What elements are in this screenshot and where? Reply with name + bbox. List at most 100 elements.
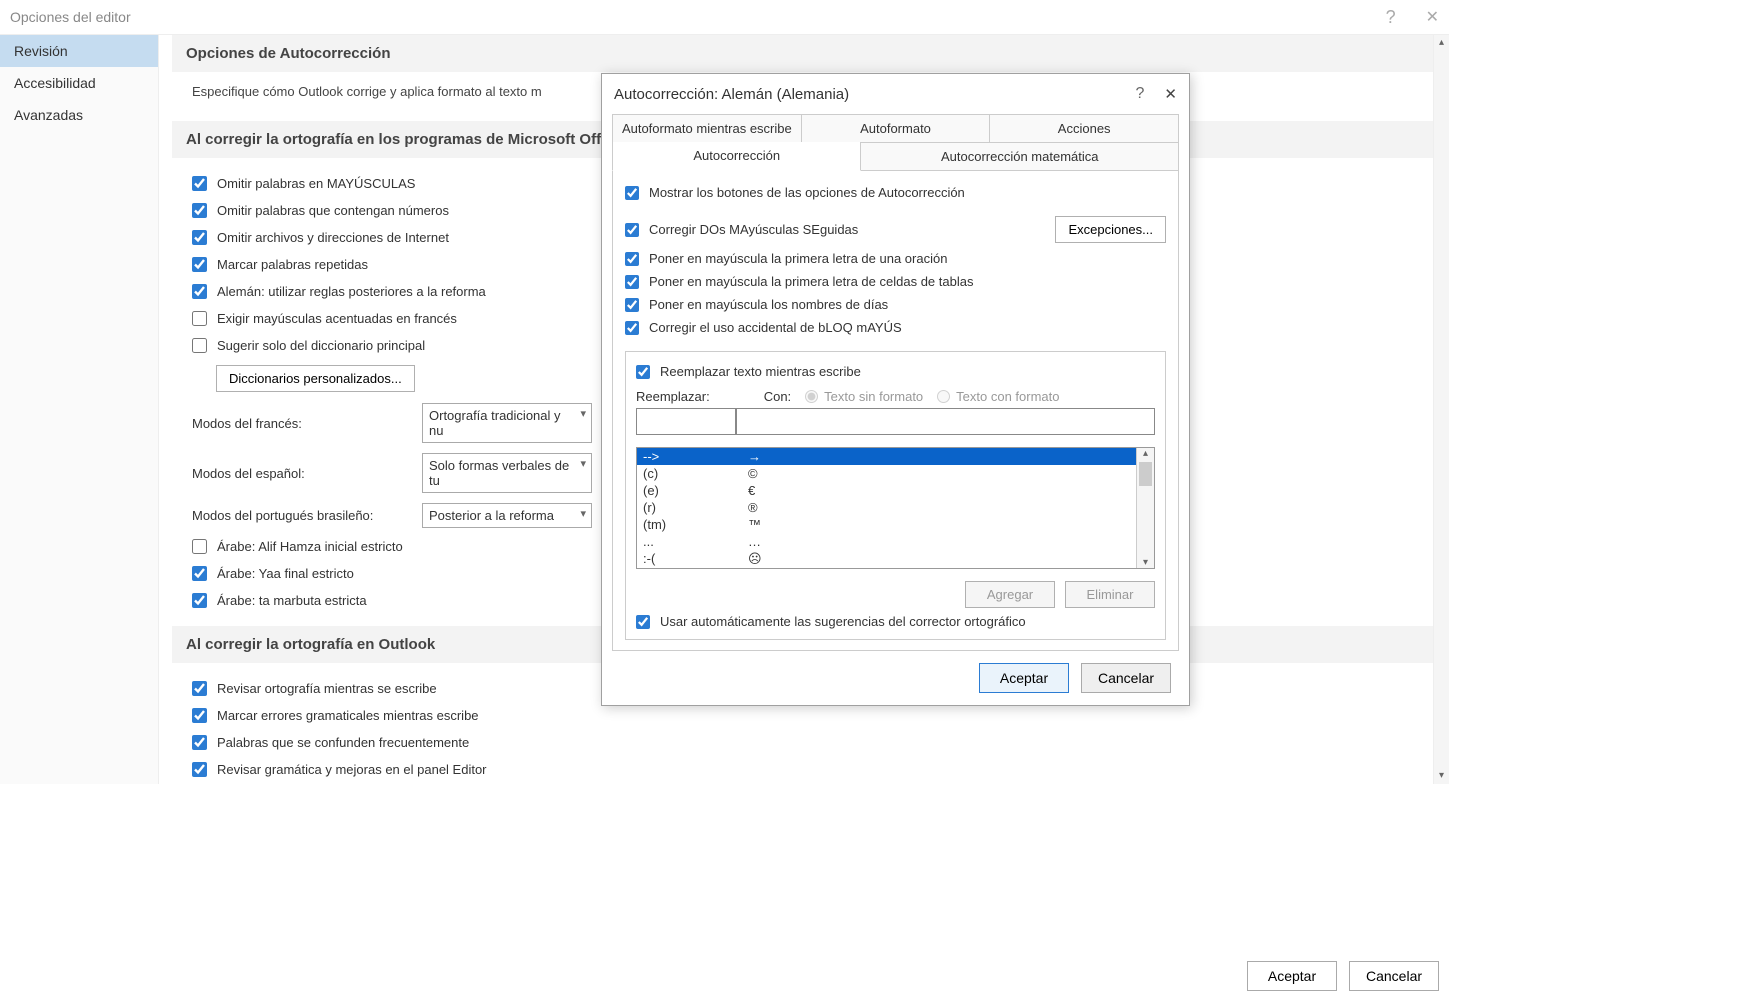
spanish-mode-combo[interactable]: Solo formas verbales de tu (422, 453, 592, 493)
label-omit-uppercase: Omitir palabras en MAYÚSCULAS (217, 176, 415, 191)
check-confused-words[interactable] (192, 735, 207, 750)
check-repeated-words[interactable] (192, 257, 207, 272)
parent-titlebar: Opciones del editor ? ✕ (0, 0, 1449, 34)
check-two-caps[interactable] (625, 223, 639, 237)
list-scrollbar[interactable]: ▴ ▾ (1136, 448, 1154, 568)
check-french-accents[interactable] (192, 311, 207, 326)
list-cell-replace: (r) (637, 499, 742, 516)
list-cell-replace: :-( (637, 550, 742, 568)
check-cap-sentence[interactable] (625, 252, 639, 266)
tab-autoformat-typing[interactable]: Autoformato mientras escribe (612, 114, 802, 142)
parent-accept-button[interactable]: Aceptar (1247, 961, 1337, 991)
label-arabic-alif: Árabe: Alif Hamza inicial estricto (217, 539, 403, 554)
list-cell-replace: (e) (637, 482, 742, 499)
check-omit-urls[interactable] (192, 230, 207, 245)
radio-formatted-text (937, 390, 950, 403)
section-autocorrect-header: Opciones de Autocorrección (172, 35, 1436, 72)
label-omit-urls: Omitir archivos y direcciones de Interne… (217, 230, 449, 245)
modal-cancel-button[interactable]: Cancelar (1081, 663, 1171, 693)
replacement-list[interactable]: -->→(c)©(e)€(r)®(tm)™...…:-(☹ ▴ ▾ (636, 447, 1155, 569)
label-two-caps: Corregir DOs MAyúsculas SEguidas (649, 222, 858, 237)
with-label: Con: (764, 389, 791, 404)
tab-autocorrect[interactable]: Autocorrección (612, 142, 861, 171)
check-show-buttons[interactable] (625, 186, 639, 200)
list-row[interactable]: ...… (637, 533, 1136, 550)
sidebar-item-revision[interactable]: Revisión (0, 35, 158, 67)
tab-autoformat[interactable]: Autoformato (802, 114, 991, 142)
check-omit-numbers[interactable] (192, 203, 207, 218)
tab-actions[interactable]: Acciones (990, 114, 1179, 142)
check-grammar-editor[interactable] (192, 762, 207, 777)
check-cap-tablecell[interactable] (625, 275, 639, 289)
label-main-dict: Sugerir solo del diccionario principal (217, 338, 425, 353)
custom-dictionaries-button[interactable]: Diccionarios personalizados... (216, 365, 415, 392)
check-arabic-yaa[interactable] (192, 566, 207, 581)
label-capslock: Corregir el uso accidental de bLOQ mAYÚS (649, 320, 902, 335)
check-use-spellcheck[interactable] (636, 615, 650, 629)
check-arabic-marbuta[interactable] (192, 593, 207, 608)
exceptions-button[interactable]: Excepciones... (1055, 216, 1166, 243)
french-mode-combo[interactable]: Ortografía tradicional y nu (422, 403, 592, 443)
close-icon[interactable]: ✕ (1426, 7, 1439, 27)
check-capslock[interactable] (625, 321, 639, 335)
list-scroll-up-icon[interactable]: ▴ (1137, 448, 1154, 459)
parent-cancel-button[interactable]: Cancelar (1349, 961, 1439, 991)
list-scroll-thumb[interactable] (1139, 462, 1152, 486)
add-button[interactable]: Agregar (965, 581, 1055, 608)
label-german-reform: Alemán: utilizar reglas posteriores a la… (217, 284, 486, 299)
check-grammar-errors[interactable] (192, 708, 207, 723)
label-use-spellcheck: Usar automáticamente las sugerencias del… (660, 614, 1026, 629)
autocorrect-dialog: Autocorrección: Alemán (Alemania) ? ✕ Au… (601, 73, 1190, 706)
check-arabic-alif[interactable] (192, 539, 207, 554)
check-spell-as-type[interactable] (192, 681, 207, 696)
replace-input[interactable] (636, 408, 736, 435)
sidebar-item-accesibilidad[interactable]: Accesibilidad (0, 67, 158, 99)
radio-plain-text (805, 390, 818, 403)
label-french-accents: Exigir mayúsculas acentuadas en francés (217, 311, 457, 326)
label-show-buttons: Mostrar los botones de las opciones de A… (649, 185, 965, 200)
with-input[interactable] (736, 408, 1155, 435)
scroll-up-icon[interactable]: ▴ (1434, 35, 1449, 51)
check-replace-typing[interactable] (636, 365, 650, 379)
modal-accept-button[interactable]: Aceptar (979, 663, 1069, 693)
replace-section: Reemplazar texto mientras escribe Reempl… (625, 351, 1166, 640)
label-cap-days: Poner en mayúscula los nombres de días (649, 297, 888, 312)
list-row[interactable]: (c)© (637, 465, 1136, 482)
modal-close-icon[interactable]: ✕ (1164, 85, 1177, 103)
list-row[interactable]: (r)® (637, 499, 1136, 516)
list-cell-replace: ... (637, 533, 742, 550)
label-formatted-text: Texto con formato (956, 389, 1059, 404)
label-cap-tablecell: Poner en mayúscula la primera letra de c… (649, 274, 973, 289)
list-cell-with: ® (742, 499, 1136, 516)
check-omit-uppercase[interactable] (192, 176, 207, 191)
list-row[interactable]: -->→ (637, 448, 1136, 465)
label-omit-numbers: Omitir palabras que contengan números (217, 203, 449, 218)
portuguese-mode-combo[interactable]: Posterior a la reforma (422, 503, 592, 528)
tab-math-autocorrect[interactable]: Autocorrección matemática (861, 142, 1179, 171)
list-row[interactable]: (tm)™ (637, 516, 1136, 533)
delete-button[interactable]: Eliminar (1065, 581, 1155, 608)
label-grammar-editor: Revisar gramática y mejoras en el panel … (217, 762, 487, 777)
list-scroll-down-icon[interactable]: ▾ (1137, 557, 1154, 568)
list-row[interactable]: (e)€ (637, 482, 1136, 499)
portuguese-mode-label: Modos del portugués brasileño: (192, 508, 402, 523)
french-mode-label: Modos del francés: (192, 416, 402, 431)
label-grammar-errors: Marcar errores gramaticales mientras esc… (217, 708, 479, 723)
modal-help-icon[interactable]: ? (1136, 85, 1145, 103)
scroll-down-icon[interactable]: ▾ (1434, 768, 1449, 784)
modal-footer: Aceptar Cancelar (602, 651, 1189, 705)
list-row[interactable]: :-(☹ (637, 550, 1136, 568)
label-confused-words: Palabras que se confunden frecuentemente (217, 735, 469, 750)
check-german-reform[interactable] (192, 284, 207, 299)
list-cell-with: … (742, 533, 1136, 550)
check-cap-days[interactable] (625, 298, 639, 312)
label-spell-as-type: Revisar ortografía mientras se escribe (217, 681, 437, 696)
spanish-mode-label: Modos del español: (192, 466, 402, 481)
label-repeated-words: Marcar palabras repetidas (217, 257, 368, 272)
check-main-dict[interactable] (192, 338, 207, 353)
sidebar-item-avanzadas[interactable]: Avanzadas (0, 99, 158, 131)
sidebar: Revisión Accesibilidad Avanzadas (0, 35, 159, 784)
help-icon[interactable]: ? (1386, 7, 1396, 28)
label-plain-text: Texto sin formato (824, 389, 923, 404)
content-scrollbar[interactable]: ▴ ▾ (1433, 35, 1449, 784)
